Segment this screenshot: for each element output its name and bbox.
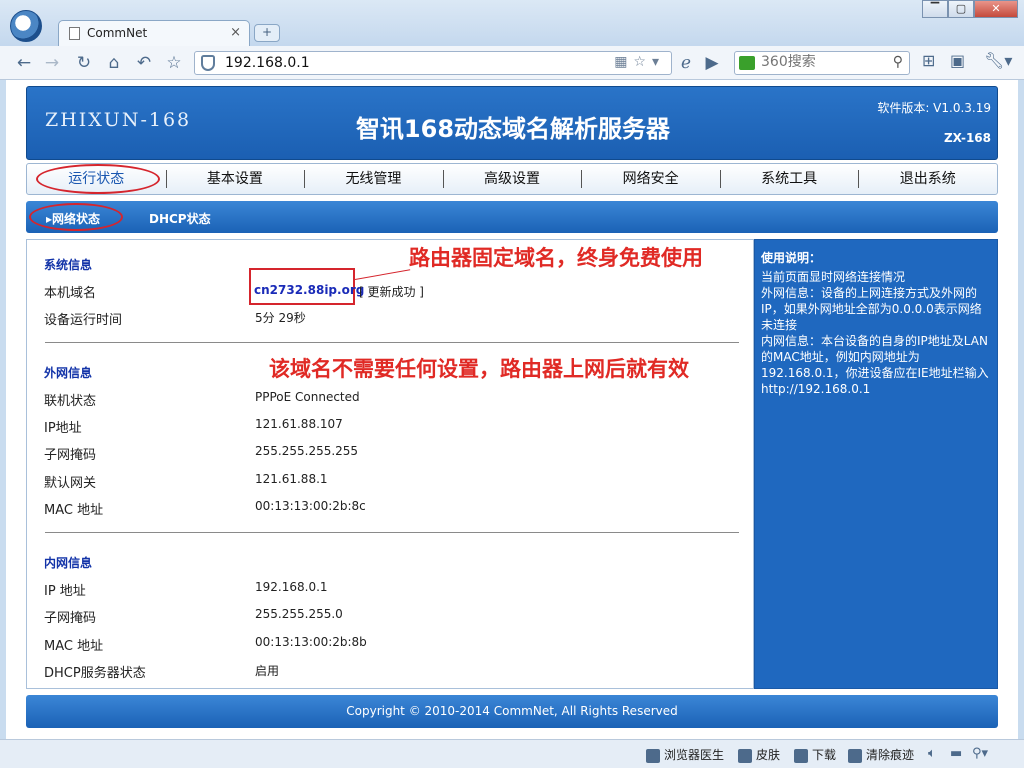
menu-item-tools[interactable]: 系统工具 <box>719 164 859 194</box>
download-label: 下载 <box>812 748 837 762</box>
address-tools-icons[interactable]: ▦☆▾ <box>614 54 665 70</box>
menu-item-security[interactable]: 网络安全 <box>581 164 720 194</box>
device-model: ZX-168 <box>943 131 991 145</box>
home-icon[interactable]: ⌂ <box>102 51 126 75</box>
uptime-label: 设备运行时间 <box>44 313 123 328</box>
browser-tab[interactable]: CommNet × <box>58 20 250 46</box>
refresh-icon[interactable]: ↻ <box>72 51 96 75</box>
browser-doctor-button[interactable]: 浏览器医生 <box>646 746 724 763</box>
section-title-system: 系统信息 <box>44 258 93 272</box>
software-version: 软件版本: V1.0.3.19 <box>877 101 991 115</box>
wan-value-connection: PPPoE Connected <box>255 390 360 404</box>
wan-value-ip: 121.61.88.107 <box>255 417 343 431</box>
annotation-no-config: 该域名不需要任何设置，路由器上网后就有效 <box>269 357 689 381</box>
annotation-fixed-domain: 路由器固定域名，终身免费使用 <box>409 246 703 270</box>
hostname-label: 本机域名 <box>44 286 97 301</box>
address-text[interactable]: 192.168.0.1 <box>225 55 310 71</box>
download-icon <box>794 748 808 763</box>
tab-close-icon[interactable]: × <box>230 25 241 40</box>
broom-icon <box>848 748 862 763</box>
help-sidebar: 使用说明： 当前页面显时网络连接情况 外网信息：设备的上网连接方式及外网的IP，… <box>754 239 998 689</box>
router-header: ZHIXUN-168 智讯168动态域名解析服务器 软件版本: V1.0.3.1… <box>26 86 998 160</box>
add-extension-icon[interactable]: ⊞ <box>922 51 935 70</box>
browser-logo-icon[interactable] <box>10 10 42 42</box>
menu-item-wireless[interactable]: 无线管理 <box>304 164 443 194</box>
wan-label-connection: 联机状态 <box>44 394 97 409</box>
skin-button[interactable]: 皮肤 <box>738 746 780 763</box>
menu-item-logout[interactable]: 退出系统 <box>858 164 997 194</box>
volume-icon[interactable]: 🔈︎ <box>928 746 936 761</box>
clear-traces-label: 清除痕迹 <box>866 748 915 762</box>
menu-item-advanced[interactable]: 高级设置 <box>442 164 582 194</box>
title-bar: CommNet × + ▔ ▢ ✕ <box>0 0 1024 46</box>
ie-mode-icon[interactable]: ℯ <box>674 51 698 75</box>
page-viewport: ZHIXUN-168 智讯168动态域名解析服务器 软件版本: V1.0.3.1… <box>6 80 1018 739</box>
main-menu: 运行状态 基本设置 无线管理 高级设置 网络安全 系统工具 退出系统 <box>26 163 998 195</box>
status-content: 系统信息 本机域名 cn2732.88ip.org [ 更新成功 ] 路由器固定… <box>26 239 754 689</box>
sub-item-dhcp-status[interactable]: DHCP状态 <box>149 210 211 227</box>
copyright-footer: Copyright © 2010-2014 CommNet, All Right… <box>26 695 998 728</box>
lan-label-mac: MAC 地址 <box>44 639 104 654</box>
maximize-button[interactable]: ▢ <box>948 0 974 18</box>
clear-traces-button[interactable]: 清除痕迹 <box>848 746 914 763</box>
lan-label-mask: 子网掩码 <box>44 611 97 626</box>
lan-label-dhcp: DHCP服务器状态 <box>44 666 146 681</box>
submenu-highlight-oval <box>29 203 123 231</box>
hostname-link[interactable]: cn2732.88ip.org <box>254 283 364 297</box>
wan-label-mac: MAC 地址 <box>44 503 104 518</box>
favorite-star-icon[interactable]: ☆ <box>162 51 186 75</box>
lan-value-ip: 192.168.0.1 <box>255 580 328 594</box>
page-icon <box>69 27 80 40</box>
wan-label-gateway: 默认网关 <box>44 476 97 491</box>
page-title: 智讯168动态域名解析服务器 <box>355 115 671 143</box>
help-body: 当前页面显时网络连接情况 外网信息：设备的上网连接方式及外网的IP，如果外网地址… <box>761 270 989 396</box>
browser-doctor-label: 浏览器医生 <box>664 748 725 762</box>
sub-menu: ▸网络状态 DHCP状态 <box>26 201 998 233</box>
annotation-connector <box>354 269 411 280</box>
wan-value-mask: 255.255.255.255 <box>255 444 359 458</box>
network-icon[interactable]: ▬ <box>950 746 962 761</box>
new-tab-button[interactable]: + <box>254 24 280 42</box>
lan-value-dhcp: 启用 <box>255 664 280 678</box>
app-square-icon[interactable]: ▣ <box>950 51 965 70</box>
lan-value-mac: 00:13:13:00:2b:8b <box>255 635 367 649</box>
browser-toolbar: ← → ↻ ⌂ ↶ ☆ 192.168.0.1 ▦☆▾ ℯ ▶ ⚲ ⊞ ▣ 🔧︎… <box>0 46 1024 80</box>
tab-title: CommNet <box>87 26 148 40</box>
skin-shirt-icon <box>738 748 752 763</box>
section-title-wan: 外网信息 <box>44 366 93 380</box>
minimize-button[interactable]: ▔ <box>922 0 948 18</box>
update-status: [ 更新成功 ] <box>359 285 424 299</box>
zoom-icon[interactable]: ⚲▾ <box>972 746 988 761</box>
address-bar[interactable]: 192.168.0.1 ▦☆▾ <box>194 51 672 75</box>
uptime-value: 5分 29秒 <box>255 311 306 325</box>
menu-item-basic[interactable]: 基本设置 <box>165 164 305 194</box>
divider <box>45 532 739 533</box>
wan-label-mask: 子网掩码 <box>44 448 97 463</box>
go-play-icon[interactable]: ▶ <box>700 51 724 75</box>
search-input[interactable] <box>761 54 881 70</box>
wan-value-mac: 00:13:13:00:2b:8c <box>255 499 366 513</box>
divider <box>45 342 739 343</box>
doctor-plus-icon <box>646 748 660 763</box>
section-title-lan: 内网信息 <box>44 556 93 570</box>
wan-value-gateway: 121.61.88.1 <box>255 472 328 486</box>
search-magnifier-icon[interactable]: ⚲ <box>893 54 903 70</box>
window-controls: ▔ ▢ ✕ <box>922 0 1018 18</box>
lan-value-mask: 255.255.255.0 <box>255 607 343 621</box>
tools-wrench-icon[interactable]: 🔧︎▾ <box>984 51 1012 70</box>
download-button[interactable]: 下载 <box>794 746 836 763</box>
skin-label: 皮肤 <box>756 748 781 762</box>
menu-highlight-oval <box>36 164 160 194</box>
back-arrow-icon[interactable]: ← <box>12 51 36 75</box>
forward-arrow-icon[interactable]: → <box>40 51 64 75</box>
search-engine-logo-icon[interactable] <box>739 56 755 70</box>
close-window-button[interactable]: ✕ <box>974 0 1018 18</box>
help-title: 使用说明： <box>761 251 822 265</box>
security-shield-icon <box>201 55 215 71</box>
wan-label-ip: IP地址 <box>44 421 82 436</box>
lan-label-ip: IP 地址 <box>44 584 86 599</box>
undo-icon[interactable]: ↶ <box>132 51 156 75</box>
browser-status-bar: 浏览器医生 皮肤 下载 清除痕迹 🔈︎ ▬ ⚲▾ <box>0 739 1024 768</box>
search-box[interactable]: ⚲ <box>734 51 910 75</box>
